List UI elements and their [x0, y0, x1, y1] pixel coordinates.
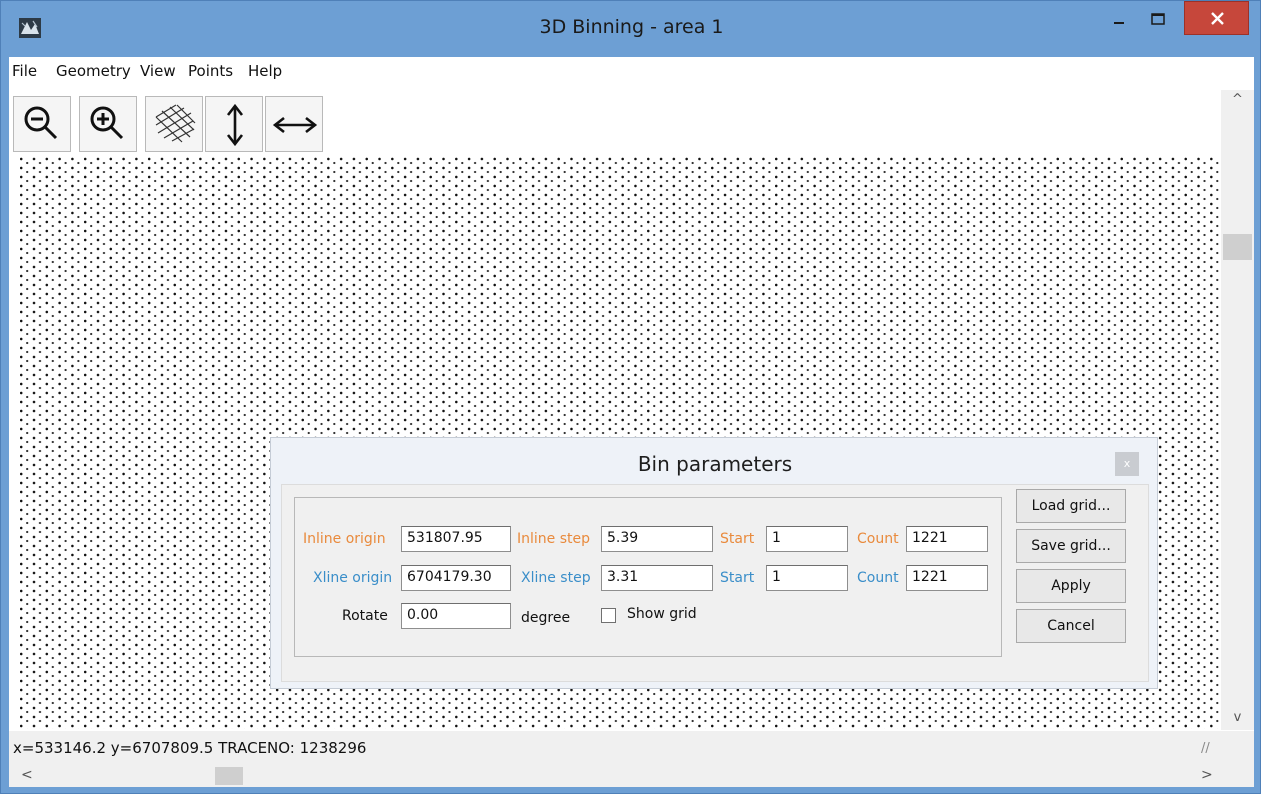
zoom-out-icon — [24, 106, 58, 140]
menu-view[interactable]: View — [140, 62, 176, 80]
zoom-in-icon — [90, 106, 124, 140]
grid-mesh-icon — [155, 104, 196, 143]
status-bar: x=533146.2 y=6707809.5 TRACENO: 1238296 … — [9, 731, 1254, 765]
minimize-icon — [1114, 22, 1124, 24]
menu-geometry[interactable]: Geometry — [56, 62, 131, 80]
menu-help[interactable]: Help — [248, 62, 282, 80]
scroll-down-icon[interactable]: v — [1221, 710, 1254, 725]
maximize-button[interactable] — [1142, 5, 1174, 37]
bin-parameters-dialog: Bin parameters x Inline origin 531807.95… — [270, 437, 1158, 689]
scroll-up-icon[interactable]: ^ — [1221, 92, 1254, 107]
menu-points[interactable]: Points — [188, 62, 233, 80]
inline-origin-label: Inline origin — [303, 531, 386, 547]
parameters-group: Inline origin 531807.95 Inline step 5.39… — [294, 497, 1002, 657]
load-grid-button[interactable]: Load grid... — [1016, 489, 1126, 523]
menu-file[interactable]: File — [12, 62, 37, 80]
close-button[interactable] — [1184, 1, 1249, 35]
xline-origin-label: Xline origin — [313, 570, 393, 586]
save-grid-button[interactable]: Save grid... — [1016, 529, 1126, 563]
inline-step-field[interactable]: 5.39 — [601, 526, 713, 552]
zoom-in-button[interactable] — [79, 96, 137, 152]
toolbar — [9, 90, 1221, 156]
close-icon — [1211, 12, 1224, 25]
title-bar[interactable]: 3D Binning - area 1 — [1, 1, 1261, 55]
horizontal-arrow-icon — [272, 116, 318, 134]
inline-count-field[interactable]: 1221 — [906, 526, 988, 552]
xline-step-field[interactable]: 3.31 — [601, 565, 713, 591]
cursor-position-readout: x=533146.2 y=6707809.5 TRACENO: 1238296 — [13, 739, 367, 757]
rotate-field[interactable]: 0.00 — [401, 603, 511, 629]
xline-count-field[interactable]: 1221 — [906, 565, 988, 591]
xline-origin-field[interactable]: 6704179.30 — [401, 565, 511, 591]
xline-start-label: Start — [720, 570, 755, 586]
menu-bar: File Geometry View Points Help — [9, 57, 1254, 88]
minimize-button[interactable] — [1103, 5, 1135, 37]
zoom-out-button[interactable] — [13, 96, 71, 152]
app-window: 3D Binning - area 1 File Geometry View P… — [0, 0, 1261, 794]
dialog-close-icon[interactable]: x — [1115, 452, 1139, 476]
resize-grip-icon[interactable]: // — [1201, 741, 1210, 756]
dialog-title: Bin parameters — [637, 452, 793, 476]
xline-start-field[interactable]: 1 — [766, 565, 848, 591]
inline-start-field[interactable]: 1 — [766, 526, 848, 552]
horizontal-scrollbar[interactable]: < > — [9, 765, 1254, 787]
rotate-label: Rotate — [342, 608, 388, 624]
scroll-left-icon[interactable]: < — [21, 767, 33, 783]
grid-button[interactable] — [145, 96, 203, 152]
dialog-body: Inline origin 531807.95 Inline step 5.39… — [281, 484, 1149, 682]
vertical-scroll-thumb[interactable] — [1223, 234, 1252, 260]
show-grid-checkbox[interactable] — [601, 608, 616, 623]
xline-count-label: Count — [857, 570, 899, 586]
apply-button[interactable]: Apply — [1016, 569, 1126, 603]
inline-origin-field[interactable]: 531807.95 — [401, 526, 511, 552]
inline-count-label: Count — [857, 531, 899, 547]
cancel-button[interactable]: Cancel — [1016, 609, 1126, 643]
scroll-right-icon[interactable]: > — [1201, 767, 1213, 783]
window-title: 3D Binning - area 1 — [539, 16, 724, 38]
xline-step-label: Xline step — [521, 570, 591, 586]
vertical-arrow-icon — [226, 103, 244, 147]
stretch-vertical-button[interactable] — [205, 96, 263, 152]
vertical-scrollbar[interactable]: ^ v — [1221, 90, 1254, 730]
horizontal-scroll-thumb[interactable] — [215, 767, 243, 785]
rotate-unit-label: degree — [521, 610, 571, 626]
maximize-icon — [1151, 13, 1165, 25]
show-grid-label[interactable]: Show grid — [627, 606, 697, 622]
inline-start-label: Start — [720, 531, 755, 547]
inline-step-label: Inline step — [517, 531, 591, 547]
stretch-horizontal-button[interactable] — [265, 96, 323, 152]
